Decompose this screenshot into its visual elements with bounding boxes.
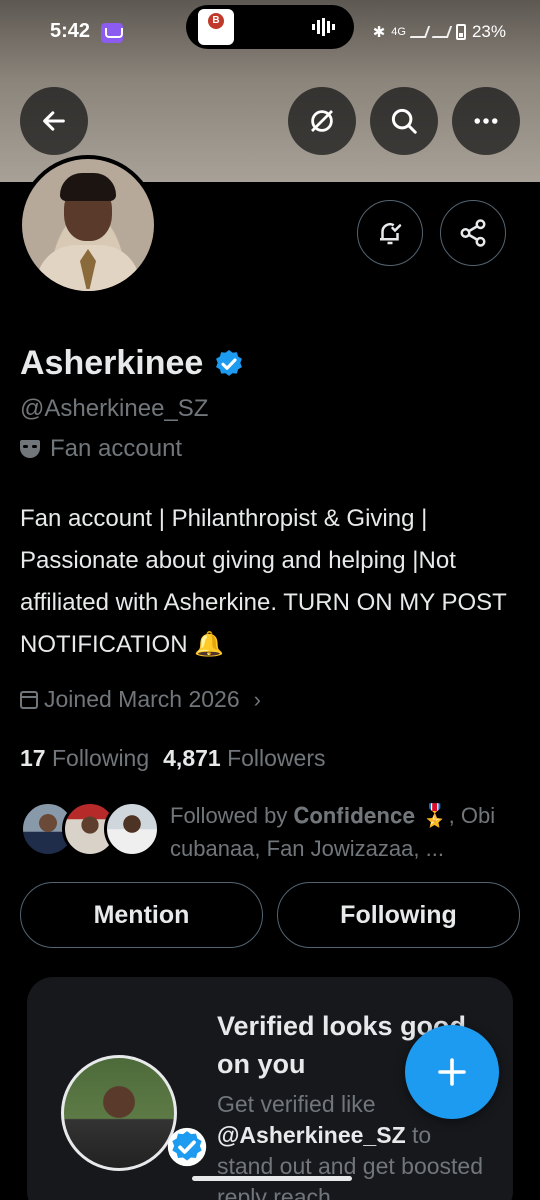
fan-mask-icon [20, 440, 40, 458]
follow-stats: 17 Following 4,871 Followers [20, 745, 326, 772]
network-label: 4G [391, 26, 406, 38]
followed-by-row[interactable]: Followed by 𝐂𝐨𝐧𝐟𝐢𝐝𝐞𝐧𝐜𝐞 🎖️, Obi cubanaa, … [20, 797, 520, 861]
mail-notification-icon [101, 23, 123, 43]
more-button[interactable] [452, 87, 520, 155]
chevron-right-icon: › [253, 686, 261, 712]
search-button[interactable] [370, 87, 438, 155]
fan-label-text: Fan account [50, 435, 183, 462]
grok-button[interactable] [288, 87, 356, 155]
profile-name: Asherkinee [20, 344, 204, 382]
share-button[interactable] [440, 200, 506, 266]
mention-button[interactable]: Mention [20, 882, 263, 948]
followers-stat[interactable]: 4,871 Followers [163, 745, 325, 772]
joined-date[interactable]: Joined March 2026 › [20, 686, 261, 713]
following-count: 17 [20, 745, 46, 771]
status-bar: 5:42 ✱ 4G 23% [0, 0, 540, 64]
audio-wave-icon [312, 18, 335, 36]
back-arrow-icon [43, 111, 65, 131]
signal-icon [409, 26, 431, 38]
share-icon [460, 219, 486, 247]
following-button[interactable]: Following [277, 882, 520, 948]
notifications-button[interactable] [357, 200, 423, 266]
profile-avatar[interactable] [18, 155, 158, 295]
promo-sub-prefix: Get verified like [217, 1091, 376, 1117]
follower-avatar [104, 801, 160, 857]
fan-account-label: Fan account [20, 435, 182, 463]
battery-icon [455, 24, 466, 40]
joined-text: Joined March 2026 [44, 686, 240, 712]
status-time: 5:42 [50, 20, 91, 42]
bluetooth-icon: ✱ [372, 24, 386, 41]
followers-label: Followers [227, 745, 326, 771]
followers-count: 4,871 [163, 745, 221, 771]
more-icon [474, 118, 498, 124]
home-indicator[interactable] [192, 1176, 352, 1181]
profile-bio: Fan account | Philanthropist & Giving | … [20, 505, 507, 658]
notification-bell-icon [380, 223, 402, 245]
calendar-icon [20, 690, 38, 709]
signal-icon-2 [431, 26, 453, 38]
following-label: Following [51, 745, 150, 771]
dynamic-island [186, 5, 354, 49]
profile-name-row: Asherkinee [20, 344, 245, 383]
status-indicators: ✱ 4G 23% [373, 22, 506, 42]
search-icon [391, 108, 417, 134]
profile-handle: @Asherkinee_SZ [20, 395, 209, 422]
following-stat[interactable]: 17 Following [20, 745, 149, 772]
compose-button[interactable] [405, 1025, 499, 1119]
promo-avatar [61, 1055, 177, 1171]
followed-by-text: Followed by 𝐂𝐨𝐧𝐟𝐢𝐝𝐞𝐧𝐜𝐞 🎖️, Obi cubanaa, … [170, 803, 496, 861]
grok-icon [311, 110, 333, 132]
back-button[interactable] [20, 87, 88, 155]
verified-badge-icon[interactable] [213, 348, 245, 380]
verified-badge-icon [167, 1127, 207, 1167]
promo-sub-handle: @Asherkinee_SZ [217, 1122, 406, 1148]
app-icon [198, 9, 234, 45]
battery-level: 23% [471, 22, 506, 41]
compose-plus-icon [438, 1058, 466, 1086]
